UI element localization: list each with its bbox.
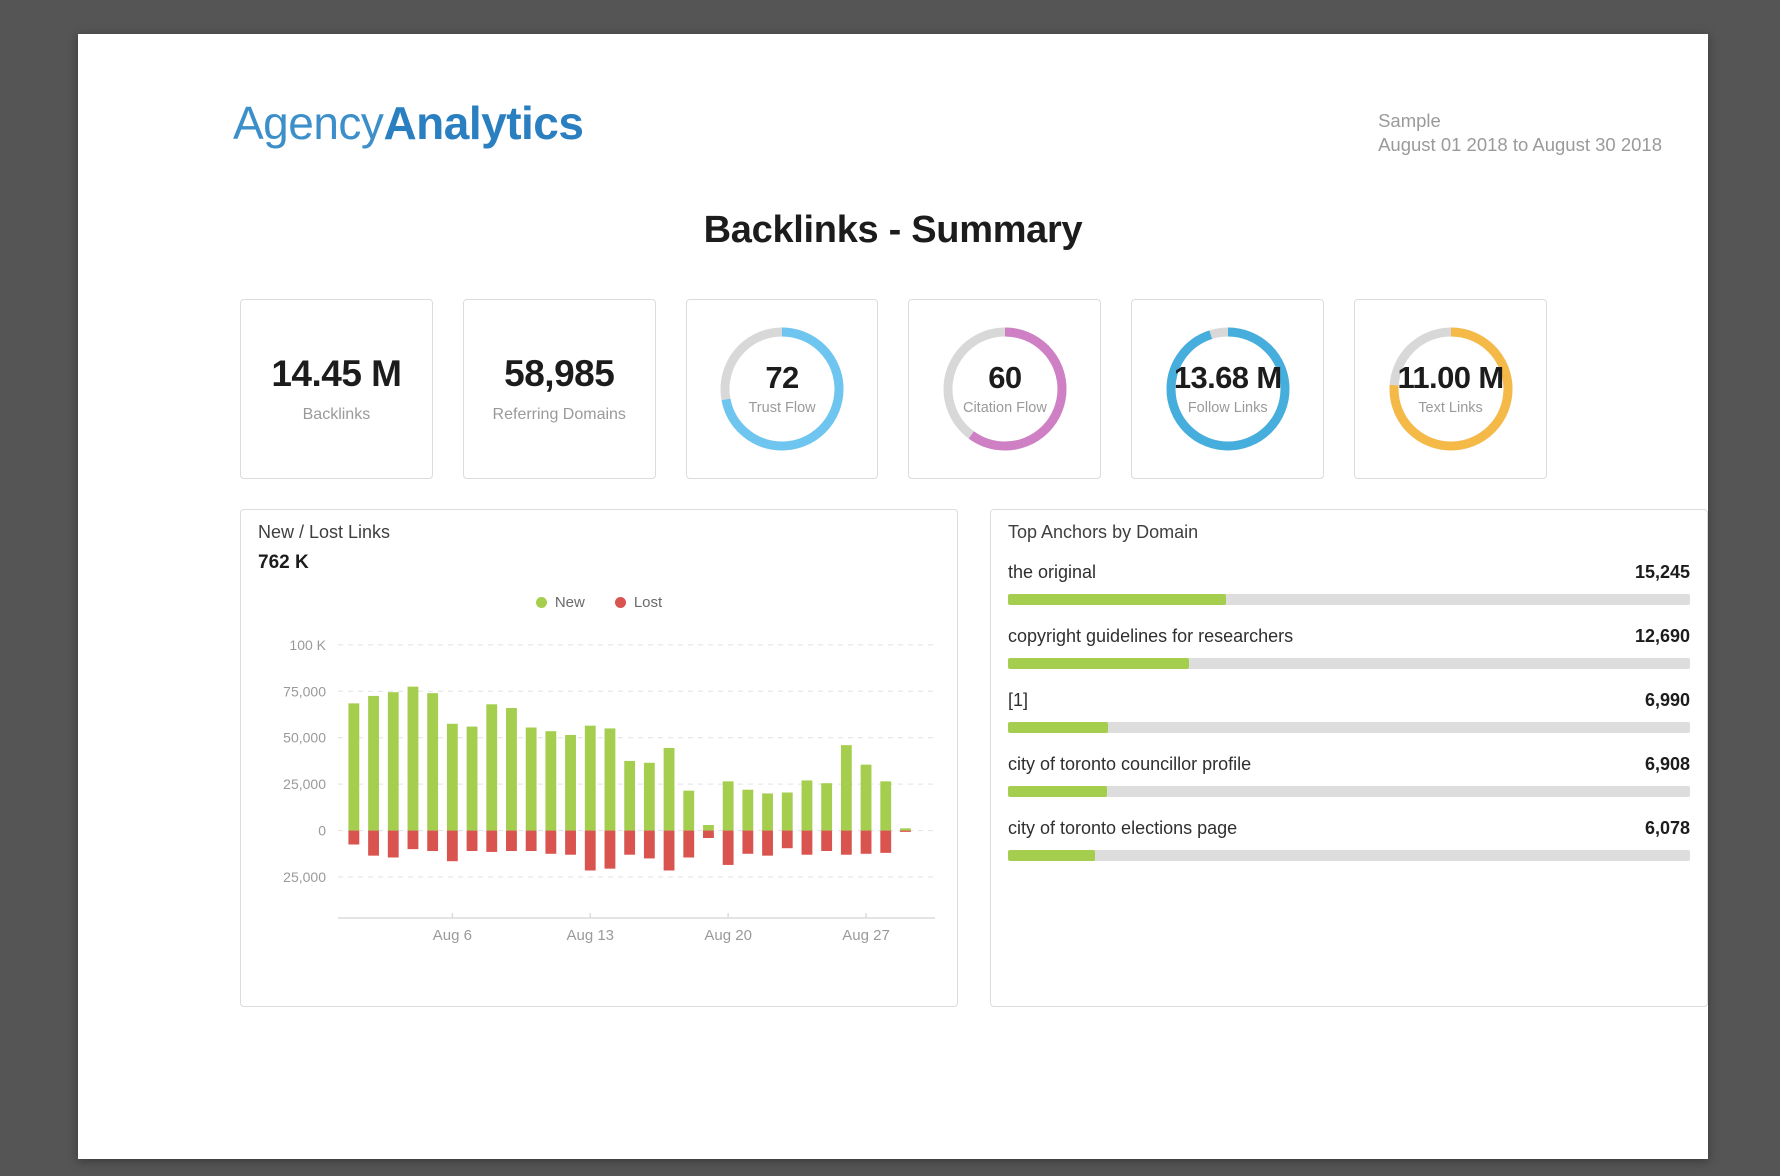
- list-item: [1] 6,990: [1008, 690, 1690, 733]
- legend-label: Lost: [634, 594, 662, 611]
- gauge-value: 13.68 M: [1174, 362, 1282, 393]
- anchor-progress-fill: [1008, 658, 1189, 669]
- gauge-text-links: 11.00 M Text Links: [1387, 325, 1515, 453]
- gauge-value: 11.00 M: [1397, 362, 1503, 393]
- gauge-card-text-links: 11.00 M Text Links: [1354, 299, 1547, 479]
- svg-text:0: 0: [318, 823, 326, 839]
- anchor-label: city of toronto elections page: [1008, 818, 1237, 839]
- svg-text:100 K: 100 K: [289, 637, 326, 653]
- anchor-progress-track: [1008, 786, 1690, 797]
- anchor-label: city of toronto councillor profile: [1008, 754, 1251, 775]
- kpi-label: Referring Domains: [493, 406, 626, 424]
- date-range: August 01 2018 to August 30 2018: [1378, 133, 1662, 157]
- svg-text:75,000: 75,000: [283, 683, 326, 699]
- anchor-progress-track: [1008, 594, 1690, 605]
- list-item: city of toronto councillor profile 6,908: [1008, 754, 1690, 797]
- anchor-progress-track: [1008, 722, 1690, 733]
- gauge-trust-flow: 72 Trust Flow: [718, 325, 846, 453]
- account-name: Sample: [1378, 109, 1662, 133]
- kpi-card-backlinks: 14.45 M Backlinks: [240, 299, 433, 479]
- anchor-value: 15,245: [1635, 562, 1690, 583]
- legend-item-lost: Lost: [615, 594, 662, 611]
- gauge-label: Citation Flow: [963, 400, 1047, 416]
- anchors-list: the original 15,245 copyright guidelines…: [1008, 562, 1690, 882]
- legend-label: New: [555, 594, 585, 611]
- anchor-progress-fill: [1008, 722, 1108, 733]
- svg-text:50,000: 50,000: [283, 730, 326, 746]
- gauge-value: 60: [963, 362, 1047, 393]
- svg-text:Aug 20: Aug 20: [704, 927, 752, 944]
- gauge-label: Follow Links: [1174, 400, 1282, 416]
- list-item: copyright guidelines for researchers 12,…: [1008, 626, 1690, 669]
- anchor-label: [1]: [1008, 690, 1028, 711]
- brand-logo-light: Agency: [233, 97, 383, 149]
- gauge-card-follow-links: 13.68 M Follow Links: [1131, 299, 1324, 479]
- panel-total-value: 762 K: [258, 552, 309, 574]
- report-meta: Sample August 01 2018 to August 30 2018: [1378, 109, 1662, 157]
- panel-title: New / Lost Links: [258, 522, 390, 543]
- gauge-citation-flow: 60 Citation Flow: [941, 325, 1069, 453]
- anchor-progress-track: [1008, 850, 1690, 861]
- new-lost-bar-chart: 100 K 75,000 50,000 25,000 0 25,000 Aug 6 Aug 1…: [241, 622, 957, 972]
- anchor-progress-track: [1008, 658, 1690, 669]
- legend-item-new: New: [536, 594, 585, 611]
- top-anchors-panel: Top Anchors by Domain the original 15,24…: [990, 509, 1708, 1007]
- anchor-label: copyright guidelines for researchers: [1008, 626, 1293, 647]
- anchor-value: 6,990: [1645, 690, 1690, 711]
- legend-dot-icon: [536, 597, 547, 608]
- anchor-progress-fill: [1008, 594, 1226, 605]
- svg-text:25,000: 25,000: [283, 869, 326, 885]
- gauge-follow-links: 13.68 M Follow Links: [1164, 325, 1292, 453]
- gauge-value: 72: [748, 362, 815, 393]
- anchor-value: 6,078: [1645, 818, 1690, 839]
- new-lost-links-panel: New / Lost Links 762 K New Lost 100 K 75,…: [240, 509, 958, 1007]
- list-item: the original 15,245: [1008, 562, 1690, 605]
- page-background: AgencyAnalytics Sample August 01 2018 to…: [0, 0, 1780, 1176]
- kpi-value: 58,985: [504, 355, 614, 392]
- page-title: Backlinks - Summary: [78, 209, 1708, 252]
- anchor-progress-fill: [1008, 786, 1107, 797]
- panel-title: Top Anchors by Domain: [1008, 522, 1198, 543]
- gauge-label: Trust Flow: [748, 400, 815, 416]
- anchor-value: 12,690: [1635, 626, 1690, 647]
- svg-text:Aug 27: Aug 27: [842, 927, 890, 944]
- anchor-value: 6,908: [1645, 754, 1690, 775]
- chart-legend: New Lost: [241, 594, 957, 611]
- chart-canvas: 100 K 75,000 50,000 25,000 0 25,000 Aug 6 Aug 1…: [241, 622, 957, 972]
- anchor-progress-fill: [1008, 850, 1095, 861]
- list-item: city of toronto elections page 6,078: [1008, 818, 1690, 861]
- kpi-card-referring-domains: 58,985 Referring Domains: [463, 299, 656, 479]
- svg-text:25,000: 25,000: [283, 776, 326, 792]
- brand-logo: AgencyAnalytics: [233, 100, 583, 146]
- report-header: AgencyAnalytics Sample August 01 2018 to…: [78, 34, 1708, 164]
- gauge-card-trust-flow: 72 Trust Flow: [686, 299, 879, 479]
- kpi-value: 14.45 M: [271, 355, 401, 392]
- gauge-card-citation-flow: 60 Citation Flow: [908, 299, 1101, 479]
- svg-text:Aug 13: Aug 13: [566, 927, 614, 944]
- anchor-label: the original: [1008, 562, 1096, 583]
- report-sheet: AgencyAnalytics Sample August 01 2018 to…: [78, 34, 1708, 1159]
- svg-text:Aug 6: Aug 6: [433, 927, 472, 944]
- brand-logo-bold: Analytics: [383, 97, 583, 149]
- kpi-label: Backlinks: [303, 406, 371, 424]
- legend-dot-icon: [615, 597, 626, 608]
- gauge-label: Text Links: [1397, 400, 1503, 416]
- kpi-row: 14.45 M Backlinks 58,985 Referring Domai…: [240, 299, 1547, 479]
